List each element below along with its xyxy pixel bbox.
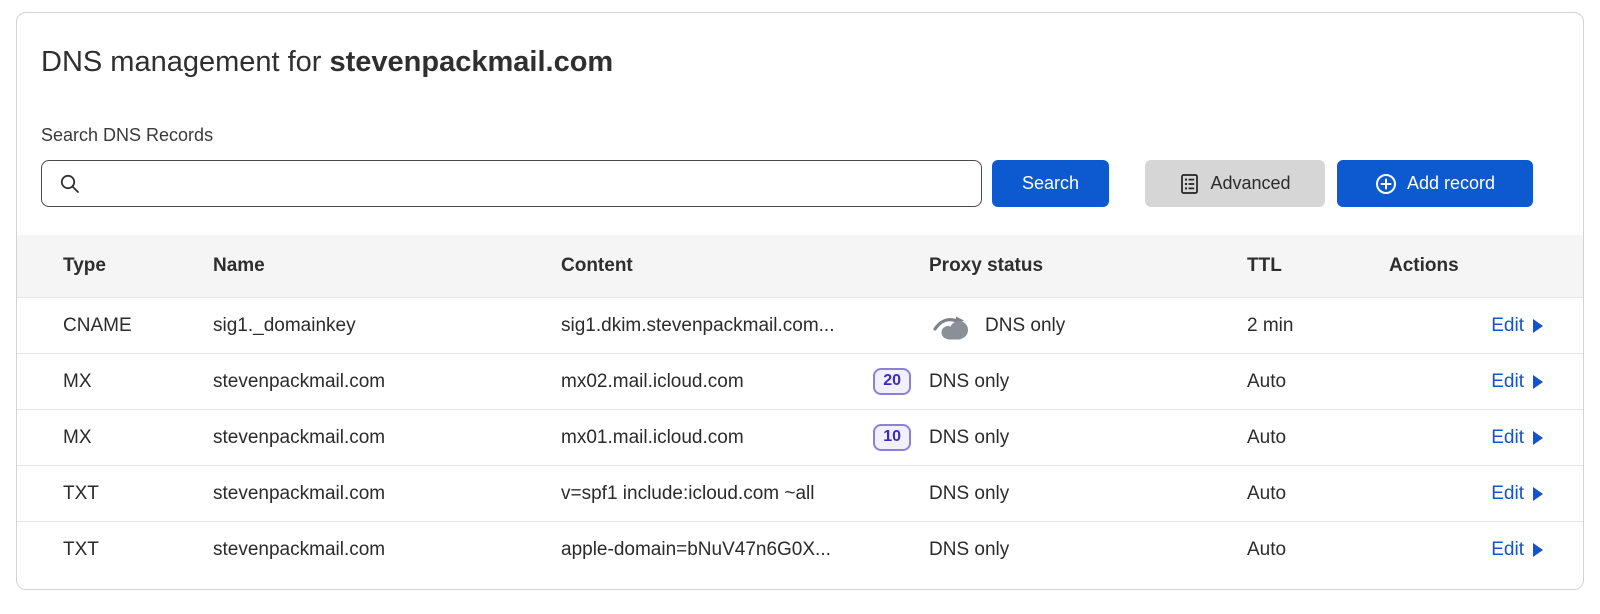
dns-management-card: DNS management for stevenpackmail.com Se… (16, 12, 1584, 590)
search-button-label: Search (1022, 173, 1079, 194)
search-icon (59, 173, 81, 195)
page-title-prefix: DNS management for (41, 46, 330, 78)
record-content: mx02.mail.icloud.com (561, 371, 744, 393)
add-record-button-label: Add record (1407, 173, 1495, 194)
edit-link[interactable]: Edit (1491, 427, 1543, 449)
header-content: Content (561, 255, 929, 277)
advanced-button[interactable]: Advanced (1145, 160, 1325, 207)
priority-badge: 20 (873, 368, 911, 395)
record-name: stevenpackmail.com (213, 483, 561, 505)
record-ttl: 2 min (1247, 315, 1389, 337)
header-ttl: TTL (1247, 255, 1389, 277)
search-input-wrapper (41, 160, 982, 207)
record-content: sig1.dkim.stevenpackmail.com... (561, 315, 835, 337)
record-name: sig1._domainkey (213, 315, 561, 337)
edit-arrow-icon (1533, 431, 1543, 445)
edit-link-label: Edit (1491, 483, 1524, 505)
search-controls: Search Advanced Add record (41, 160, 1559, 207)
header-name: Name (213, 255, 561, 277)
table-row-mx-10: MX stevenpackmail.com mx01.mail.icloud.c… (17, 409, 1583, 465)
proxy-status-text: DNS only (985, 315, 1065, 337)
record-ttl: Auto (1247, 371, 1389, 393)
record-type: TXT (63, 539, 213, 561)
edit-link-label: Edit (1491, 315, 1524, 337)
header-proxy-status: Proxy status (929, 255, 1247, 277)
dns-records-table: Type Name Content Proxy status TTL Actio… (17, 235, 1583, 577)
table-row-txt-spf: TXT stevenpackmail.com v=spf1 include:ic… (17, 465, 1583, 521)
table-body: CNAME sig1._domainkey sig1.dkim.stevenpa… (17, 297, 1583, 577)
record-name: stevenpackmail.com (213, 539, 561, 561)
edit-link[interactable]: Edit (1491, 371, 1543, 393)
record-type: CNAME (63, 315, 213, 337)
list-document-icon (1179, 173, 1200, 195)
search-button[interactable]: Search (992, 160, 1109, 207)
edit-link-label: Edit (1491, 427, 1524, 449)
edit-arrow-icon (1533, 319, 1543, 333)
table-row-cname: CNAME sig1._domainkey sig1.dkim.stevenpa… (17, 297, 1583, 353)
edit-link-label: Edit (1491, 539, 1524, 561)
add-record-button[interactable]: Add record (1337, 160, 1533, 207)
record-type: TXT (63, 483, 213, 505)
record-ttl: Auto (1247, 539, 1389, 561)
plus-circle-icon (1375, 173, 1397, 195)
record-content: v=spf1 include:icloud.com ~all (561, 483, 814, 505)
advanced-button-label: Advanced (1210, 173, 1290, 194)
page-title-domain: stevenpackmail.com (330, 46, 614, 78)
record-name: stevenpackmail.com (213, 371, 561, 393)
dns-only-cloud-icon (929, 312, 973, 340)
proxy-status-text: DNS only (929, 427, 1009, 449)
header-type: Type (63, 255, 213, 277)
record-name: stevenpackmail.com (213, 427, 561, 449)
edit-arrow-icon (1533, 375, 1543, 389)
table-header-row: Type Name Content Proxy status TTL Actio… (17, 235, 1583, 297)
record-type: MX (63, 427, 213, 449)
edit-link[interactable]: Edit (1491, 483, 1543, 505)
header-actions: Actions (1389, 255, 1543, 277)
table-row-txt-apple: TXT stevenpackmail.com apple-domain=bNuV… (17, 521, 1583, 577)
table-row-mx-20: MX stevenpackmail.com mx02.mail.icloud.c… (17, 353, 1583, 409)
proxy-status-text: DNS only (929, 539, 1009, 561)
proxy-status-text: DNS only (929, 371, 1009, 393)
edit-link[interactable]: Edit (1491, 539, 1543, 561)
record-content: apple-domain=bNuV47n6G0X... (561, 539, 831, 561)
priority-badge: 10 (873, 424, 911, 451)
page-title: DNS management for stevenpackmail.com (41, 45, 1559, 79)
edit-arrow-icon (1533, 543, 1543, 557)
edit-arrow-icon (1533, 487, 1543, 501)
record-type: MX (63, 371, 213, 393)
record-ttl: Auto (1247, 427, 1389, 449)
search-label: Search DNS Records (41, 125, 1559, 146)
record-content: mx01.mail.icloud.com (561, 427, 744, 449)
record-ttl: Auto (1247, 483, 1389, 505)
search-input[interactable] (42, 161, 981, 206)
proxy-status-text: DNS only (929, 483, 1009, 505)
edit-link-label: Edit (1491, 371, 1524, 393)
edit-link[interactable]: Edit (1491, 315, 1543, 337)
